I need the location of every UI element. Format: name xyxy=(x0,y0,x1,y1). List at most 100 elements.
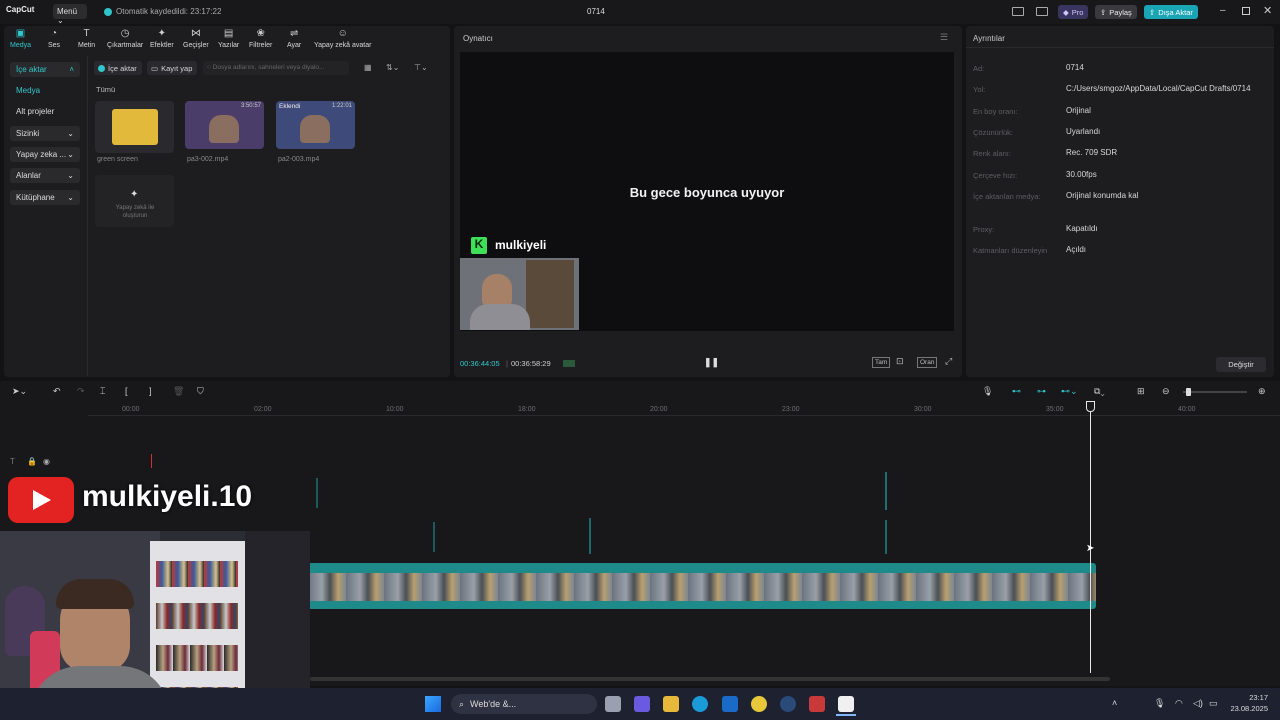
toolbar-text[interactable]: T Metin xyxy=(78,28,95,49)
sidebar-item-ai[interactable]: Yapay zeka ... ⌄ xyxy=(10,147,80,162)
clock-time[interactable]: 23:17 xyxy=(1228,693,1268,702)
toolbar-adjust[interactable]: ⇌ Ayar xyxy=(287,28,301,49)
zoom-in-icon[interactable]: ⊕ xyxy=(1258,386,1266,397)
hamburger-icon[interactable]: ☰ xyxy=(940,32,948,43)
shield-icon[interactable]: ⛉ xyxy=(197,386,204,397)
steam-icon[interactable] xyxy=(780,696,796,712)
toolbar-ai-avatar[interactable]: ☺ Yapay zekâ avatar xyxy=(314,28,371,49)
microphone-icon[interactable]: 🎙 xyxy=(982,386,993,397)
menu-button[interactable]: Menü ⌄ xyxy=(53,4,87,25)
zoom-slider[interactable] xyxy=(1183,391,1247,393)
sidebar-item-spaces[interactable]: Alanlar ⌄ xyxy=(10,168,80,183)
chevron-down-icon: ⌄ xyxy=(67,171,74,180)
clock-date[interactable]: 23.08.2025 xyxy=(1222,704,1268,713)
snap-icon[interactable]: ⧉⌄ xyxy=(1094,386,1105,397)
outlook-icon[interactable] xyxy=(722,696,738,712)
import-button[interactable]: İçe aktar xyxy=(94,61,142,75)
link-icon[interactable]: ⊶ xyxy=(1037,386,1046,397)
caption-clip[interactable] xyxy=(433,522,435,552)
export-button[interactable]: ⇧ Dışa Aktar xyxy=(1144,5,1198,19)
lock-icon[interactable]: 🔒 xyxy=(27,457,37,466)
microphone-icon[interactable]: 🎙 xyxy=(1154,698,1165,709)
caption-clip[interactable] xyxy=(589,518,591,554)
subtitle-icon[interactable]: ⊞ xyxy=(1137,386,1145,397)
ruler-label: 35:00 xyxy=(1046,406,1064,413)
zoom-out-icon[interactable]: ⊖ xyxy=(1162,386,1170,397)
file-explorer-icon[interactable] xyxy=(663,696,679,712)
playhead-handle[interactable] xyxy=(1086,401,1095,412)
clip-thumbnail xyxy=(209,115,239,143)
windows-start-icon[interactable] xyxy=(425,696,441,712)
close-icon[interactable]: ✕ xyxy=(1263,4,1272,17)
undo-icon[interactable]: ↶ xyxy=(53,386,61,397)
caption-clip[interactable] xyxy=(885,472,887,510)
delete-icon[interactable]: 🗑 xyxy=(173,386,184,397)
layout-icon[interactable] xyxy=(1012,7,1024,16)
media-search-input[interactable]: ○ Dosya adlarını, sahneleri veya diyalo.… xyxy=(203,61,349,75)
shortcut-icon[interactable] xyxy=(1036,7,1048,16)
minimize-icon[interactable]: – xyxy=(1220,5,1226,16)
toolbar-audio[interactable]: ◔ Ses xyxy=(48,28,60,49)
record-button[interactable]: ▭ Kayıt yap xyxy=(147,61,197,75)
pause-icon[interactable]: ❚❚ xyxy=(704,357,719,368)
share-button[interactable]: ⇪ Paylaş xyxy=(1095,5,1137,19)
caption-clip[interactable] xyxy=(885,520,887,554)
task-view-icon[interactable] xyxy=(605,696,621,712)
media-item-name: pa3-002.mp4 xyxy=(187,156,229,163)
chrome-icon[interactable] xyxy=(751,696,767,712)
edge-icon[interactable] xyxy=(692,696,708,712)
ratio-button[interactable]: Oran xyxy=(917,357,938,368)
current-time: 00:36:44:05 xyxy=(460,359,500,368)
copilot-icon[interactable] xyxy=(634,696,650,712)
main-video-track[interactable] xyxy=(308,563,1096,609)
select-tool-icon[interactable]: ➤⌄ xyxy=(12,386,27,397)
toolbar-media[interactable]: ▣ Medya xyxy=(10,28,31,49)
eye-icon[interactable]: ◉ xyxy=(43,457,50,466)
app-icon[interactable] xyxy=(809,696,825,712)
ai-create-card[interactable]: ✦ Yapay zekâ ile oluşturun xyxy=(95,175,174,227)
toolbar-effects[interactable]: ✦ Efektler xyxy=(150,28,174,49)
full-button[interactable]: Tam xyxy=(872,357,891,368)
fullscreen-icon[interactable]: ⤢ xyxy=(945,356,952,367)
preview-axis-icon[interactable]: ⊷⌄ xyxy=(1061,386,1078,397)
zoom-slider-thumb[interactable] xyxy=(1186,388,1191,396)
sort-icon[interactable]: ⇅⌄ xyxy=(386,63,399,72)
toolbar-filters[interactable]: ❀ Filtreler xyxy=(249,28,272,49)
filter-icon[interactable]: ⊤⌄ xyxy=(414,63,428,72)
playhead[interactable] xyxy=(1090,403,1091,673)
trim-right-icon[interactable]: ] xyxy=(149,386,152,396)
diamond-icon: ◆ xyxy=(1063,7,1069,17)
wifi-icon[interactable]: ◠ xyxy=(1175,698,1183,709)
battery-icon[interactable]: ▭ xyxy=(1209,698,1218,709)
magnet-icon[interactable]: ⊷ xyxy=(1012,386,1021,397)
sidebar-item-subprojects[interactable]: Alt projeler xyxy=(10,104,80,119)
pro-button[interactable]: ◆ Pro xyxy=(1058,5,1089,19)
grid-view-icon[interactable]: ▦ xyxy=(364,63,372,72)
chevron-up-icon[interactable]: ˄ xyxy=(1112,698,1117,708)
mouse-cursor-icon: ➤ xyxy=(1086,543,1095,554)
redo-icon[interactable]: ↷ xyxy=(77,386,85,397)
capcut-icon[interactable] xyxy=(838,696,854,712)
channel-name: mulkiyeli.10 xyxy=(82,480,253,513)
sidebar-item-library[interactable]: Kütüphane ⌄ xyxy=(10,190,80,205)
timeline-scrollbar[interactable] xyxy=(310,677,1110,681)
media-item-clip[interactable]: 3:50:57 xyxy=(185,101,264,149)
taskbar-search[interactable]: ⌕ Web'de &... xyxy=(451,694,597,714)
toolbar-captions[interactable]: ▤ Yazılar xyxy=(218,28,239,49)
split-icon[interactable]: ⌶ xyxy=(100,386,105,397)
toolbar-transitions[interactable]: ⋈ Geçişler xyxy=(183,28,209,49)
trim-left-icon[interactable]: [ xyxy=(125,386,128,396)
media-item-folder[interactable] xyxy=(95,101,174,153)
caption-clip[interactable] xyxy=(316,478,318,508)
sidebar-item-media[interactable]: Medya xyxy=(10,83,80,98)
sidebar-item-import[interactable]: İçe aktar ˄ xyxy=(10,62,80,77)
sidebar-item-yours[interactable]: Sizinki ⌄ xyxy=(10,126,80,141)
maximize-icon[interactable] xyxy=(1242,7,1250,15)
detail-label: Katmanları düzenleyin xyxy=(973,246,1048,255)
detail-value: C:/Users/smgoz/AppData/Local/CapCut Draf… xyxy=(1066,84,1251,93)
media-item-clip[interactable]: Eklendi 1:22:01 xyxy=(276,101,355,149)
crop-icon[interactable]: ⊡ xyxy=(896,356,904,367)
volume-icon[interactable]: ◁) xyxy=(1193,698,1203,709)
modify-button[interactable]: Değiştir xyxy=(1216,357,1266,372)
toolbar-stickers[interactable]: ◷ Çıkartmalar xyxy=(107,28,143,49)
